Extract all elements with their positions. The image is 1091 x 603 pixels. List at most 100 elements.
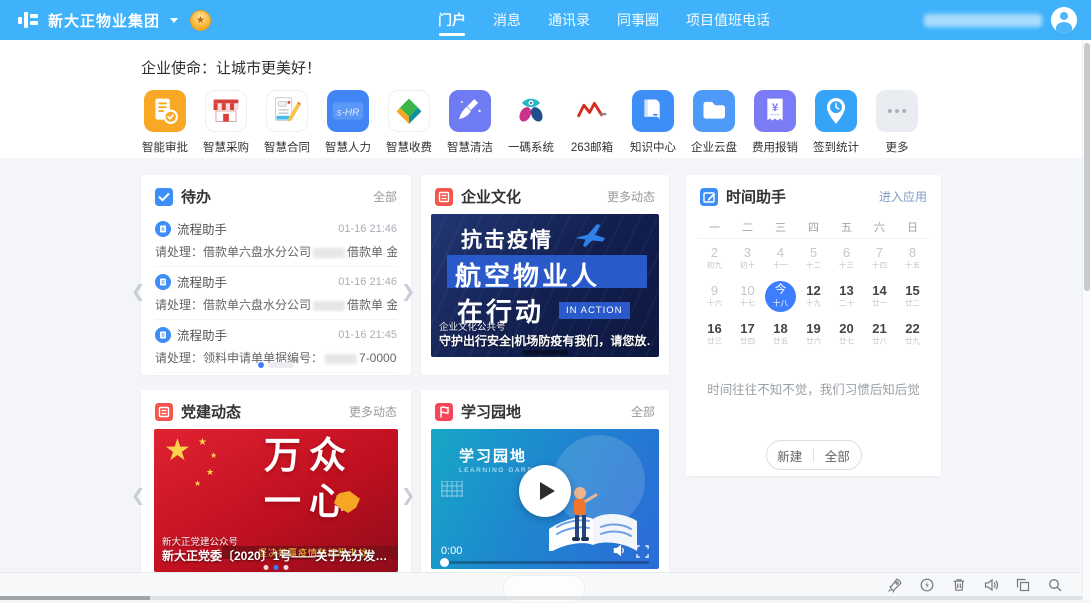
volume-icon[interactable] [983, 577, 999, 593]
app-shortcut[interactable]: s-HR 智慧人力 [319, 90, 377, 155]
calendar-day[interactable]: 20 廿七 [830, 315, 863, 353]
learning-all-link[interactable]: 全部 [631, 403, 655, 420]
culture-poster[interactable]: 抗击疫情 航空物业人 在行动 IN ACTION 企业文化公共号 守护出行安全|… [431, 214, 659, 357]
star-icon: ★ [164, 433, 191, 468]
search-icon[interactable] [1047, 577, 1063, 593]
new-button[interactable]: 新建 [767, 446, 814, 465]
inactive-page-bar[interactable] [268, 362, 294, 368]
windows-icon[interactable] [1015, 577, 1031, 593]
party-more-link[interactable]: 更多动态 [349, 403, 397, 420]
party-poster[interactable]: ★ ★ ★ ★ ★ 万众一心 坚决打赢疫情防控阻击战 新大正党建公众号 新大正党… [154, 429, 398, 572]
all-button[interactable]: 全部 [814, 446, 861, 465]
app-shortcut[interactable]: 智慧采购 [197, 90, 255, 155]
app-shortcut[interactable]: 263邮箱 [563, 90, 621, 155]
calendar-day[interactable]: 6 十三 [830, 239, 863, 277]
calendar-day[interactable]: 13 二十 [830, 277, 863, 315]
todo-pagination[interactable] [141, 362, 411, 368]
calendar-day[interactable]: 17 廿四 [731, 315, 764, 353]
calendar-day[interactable]: 15 廿二 [896, 277, 929, 315]
app-shortcut[interactable]: 一碼系统 [502, 90, 560, 155]
calendar-day[interactable]: 8 十五 [896, 239, 929, 277]
poster-source: 企业文化公共号 [439, 319, 506, 333]
company-brand[interactable]: 新大正物业集团 ★ [16, 0, 211, 40]
calendar-day[interactable]: 今 十八 [764, 277, 797, 315]
weekday-label: 日 [896, 215, 929, 238]
app-launcher-row: 智能审批 智慧采购 智慧合同 s-HR 智慧人力 智慧收费 智慧清洁 [136, 90, 926, 155]
app-shortcut[interactable]: 企业云盘 [685, 90, 743, 155]
party-news-card: 党建动态 更多动态 ★ ★ ★ ★ ★ 万众一心 坚决打赢疫情防控阻击战 新大正… [141, 390, 411, 574]
app-shortcut[interactable]: 智慧清洁 [441, 90, 499, 155]
calendar-day[interactable]: 19 廿六 [797, 315, 830, 353]
avatar[interactable] [1051, 7, 1077, 33]
carousel-right-arrow[interactable]: ❯ [401, 282, 413, 302]
calendar-day[interactable]: 7 十四 [863, 239, 896, 277]
carousel-left-arrow[interactable]: ❮ [131, 486, 143, 506]
vertical-scrollbar[interactable] [1082, 40, 1091, 600]
time-actions: 新建 全部 [766, 440, 862, 470]
calendar-day[interactable]: 14 廿一 [863, 277, 896, 315]
carousel-left-arrow[interactable]: ❮ [131, 282, 143, 302]
app-shortcut[interactable]: ¥ 费用报销 [746, 90, 804, 155]
app-shortcut[interactable]: 智慧合同 [258, 90, 316, 155]
workflow-assistant-icon [155, 274, 171, 290]
video-progress-bar[interactable] [441, 561, 649, 564]
todo-card: 待办 全部 流程助手 01-16 21:46 请处理：借款单六盘水分公司借款单 … [141, 175, 411, 375]
nav-tab[interactable]: 通讯录 [548, 0, 590, 40]
volume-icon[interactable] [612, 543, 627, 558]
calendar-edit-icon [700, 188, 718, 206]
video-player[interactable]: 学习园地 LEARNING GARDEN 0:00 [431, 429, 659, 569]
calendar-day[interactable]: 12 十九 [797, 277, 830, 315]
party-carousel-dots[interactable] [264, 565, 289, 570]
learning-flag-icon [435, 403, 453, 421]
top-header-bar: 新大正物业集团 ★ 门户消息通讯录同事圈项目值班电话 [0, 0, 1091, 40]
poster-line2: 航空物业人 [455, 256, 600, 293]
calendar-day[interactable]: 2 初九 [698, 239, 731, 277]
time-card-title: 时间助手 [726, 186, 871, 207]
nav-tab[interactable]: 消息 [493, 0, 521, 40]
video-title: 学习园地 [459, 445, 527, 466]
main-nav: 门户消息通讯录同事圈项目值班电话 [438, 0, 770, 40]
fullscreen-icon[interactable] [636, 545, 649, 558]
enter-app-link[interactable]: 进入应用 [879, 188, 927, 205]
play-button[interactable] [519, 465, 571, 517]
todo-item[interactable]: 流程助手 01-16 21:46 请处理：借款单六盘水分公司借款单 金额… [155, 267, 397, 320]
calendar-day[interactable]: 10 十七 [731, 277, 764, 315]
todo-item[interactable]: 流程助手 01-16 21:46 请处理：借款单六盘水分公司借款单 金额… [155, 214, 397, 267]
user-area[interactable] [924, 0, 1077, 40]
todo-list: 流程助手 01-16 21:46 请处理：借款单六盘水分公司借款单 金额… 流程… [141, 214, 411, 373]
vertical-scrollbar-thumb[interactable] [1084, 43, 1090, 291]
calendar-day[interactable]: 4 十一 [764, 239, 797, 277]
nav-tab[interactable]: 项目值班电话 [686, 0, 770, 40]
calendar-day[interactable]: 9 十六 [698, 277, 731, 315]
horizontal-scrollbar-thumb[interactable] [0, 596, 150, 600]
active-page-dot[interactable] [258, 362, 264, 368]
horizontal-scrollbar[interactable] [0, 596, 1091, 600]
app-shortcut[interactable]: 智能审批 [136, 90, 194, 155]
chevron-down-icon[interactable] [170, 18, 178, 23]
calendar-day[interactable]: 22 廿九 [896, 315, 929, 353]
performance-icon[interactable] [919, 577, 935, 593]
culture-more-link[interactable]: 更多动态 [607, 188, 655, 205]
app-icon [632, 90, 674, 132]
trash-icon[interactable] [951, 577, 967, 593]
progress-knob[interactable] [440, 558, 449, 567]
carousel-right-arrow[interactable]: ❯ [401, 486, 413, 506]
poster-headline[interactable]: 新大正党委〔2020〕1号——关于充分发… [162, 547, 390, 564]
nav-tab[interactable]: 门户 [438, 0, 466, 40]
app-icon [449, 90, 491, 132]
app-shortcut[interactable]: 更多 [868, 90, 926, 155]
calendar-day[interactable]: 5 十二 [797, 239, 830, 277]
app-shortcut[interactable]: 知识中心 [624, 90, 682, 155]
nav-tab[interactable]: 同事圈 [617, 0, 659, 40]
calendar-day[interactable]: 18 廿五 [764, 315, 797, 353]
calendar-day[interactable]: 16 廿三 [698, 315, 731, 353]
poster-headline[interactable]: 守护出行安全|机场防疫有我们，请您放… [439, 332, 651, 349]
todo-all-link[interactable]: 全部 [373, 188, 397, 205]
app-shortcut[interactable]: 智慧收费 [380, 90, 438, 155]
todo-timestamp: 01-16 21:46 [338, 223, 397, 235]
calendar-day[interactable]: 3 初十 [731, 239, 764, 277]
app-shortcut[interactable]: 签到统计 [807, 90, 865, 155]
calendar-day[interactable]: 21 廿八 [863, 315, 896, 353]
weekday-label: 一 [698, 215, 731, 238]
rocket-icon[interactable] [887, 577, 903, 593]
